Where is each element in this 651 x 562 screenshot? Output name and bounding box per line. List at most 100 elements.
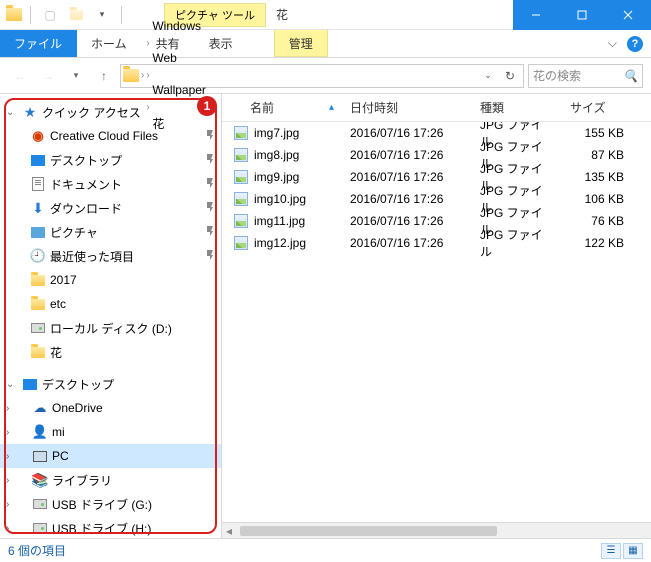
- close-button[interactable]: [605, 0, 651, 30]
- file-date: 2016/07/16 17:26: [342, 192, 472, 206]
- tree-item-label: 最近使った項目: [50, 248, 201, 265]
- creative-cloud-icon: ◉: [30, 128, 46, 144]
- file-name: img11.jpg: [254, 214, 305, 228]
- tree-item[interactable]: › PC: [0, 444, 221, 468]
- tree-item-label: ドキュメント: [50, 176, 201, 193]
- refresh-button[interactable]: ↻: [499, 65, 521, 87]
- image-file-icon: [234, 192, 248, 206]
- app-folder-icon: [6, 7, 22, 23]
- tab-home[interactable]: ホーム: [77, 30, 142, 57]
- tree-item[interactable]: › USB ドライブ (G:): [0, 492, 221, 516]
- document-icon: [30, 176, 46, 192]
- breadcrumb-separator-icon: ›: [146, 70, 149, 81]
- tree-item[interactable]: ›👤mi: [0, 420, 221, 444]
- search-input[interactable]: 花の検索 🔍: [528, 64, 643, 88]
- column-type[interactable]: 種類: [472, 99, 562, 116]
- expand-icon[interactable]: ›: [6, 475, 18, 486]
- column-date[interactable]: 日付時刻: [342, 99, 472, 116]
- file-name: img10.jpg: [254, 192, 306, 206]
- tree-item[interactable]: 🕘最近使った項目: [0, 244, 221, 268]
- tree-item-label: PC: [52, 449, 221, 463]
- tree-item-label: 花: [50, 344, 221, 361]
- scroll-left-icon[interactable]: ◂: [222, 524, 236, 538]
- ribbon: ファイル ホーム 共有 表示 管理 ⌵ ?: [0, 30, 651, 58]
- expand-icon[interactable]: ›: [6, 403, 18, 414]
- tree-item[interactable]: 2017: [0, 268, 221, 292]
- column-name[interactable]: 名前▴: [222, 99, 342, 116]
- expand-icon[interactable]: ›: [6, 523, 18, 534]
- breadcrumb-segment[interactable]: Windows: [146, 17, 212, 35]
- search-icon: 🔍: [623, 69, 638, 83]
- back-button[interactable]: ←: [8, 64, 32, 88]
- file-row[interactable]: img9.jpg2016/07/16 17:26JPG ファイル135 KB: [222, 166, 651, 188]
- expand-icon[interactable]: ›: [6, 427, 18, 438]
- breadcrumb-segment[interactable]: Web: [146, 49, 212, 67]
- file-rows[interactable]: img7.jpg2016/07/16 17:26JPG ファイル155 KBim…: [222, 122, 651, 522]
- tree-item-label: OneDrive: [52, 401, 221, 415]
- file-size: 135 KB: [562, 170, 632, 184]
- ribbon-expand-icon[interactable]: ⌵: [608, 36, 617, 51]
- star-icon: ★: [22, 104, 38, 120]
- tree-item[interactable]: ›☁OneDrive: [0, 396, 221, 420]
- tree-item-label: ダウンロード: [50, 200, 201, 217]
- file-row[interactable]: img10.jpg2016/07/16 17:26JPG ファイル106 KB: [222, 188, 651, 210]
- file-name: img12.jpg: [254, 236, 306, 250]
- desktop-icon: [22, 376, 38, 392]
- tab-file[interactable]: ファイル: [0, 30, 77, 57]
- tree-item[interactable]: ローカル ディスク (D:): [0, 316, 221, 340]
- tree-item-label: デスクトップ: [50, 152, 201, 169]
- tab-manage[interactable]: 管理: [274, 30, 328, 57]
- view-icons-button[interactable]: ▦: [623, 543, 643, 559]
- statusbar: 6 個の項目 ☰ ▦: [0, 538, 651, 562]
- minimize-button[interactable]: [513, 0, 559, 30]
- tree-item[interactable]: 花: [0, 340, 221, 364]
- view-details-button[interactable]: ☰: [601, 543, 621, 559]
- tree-item[interactable]: etc: [0, 292, 221, 316]
- recent-locations-icon[interactable]: ▾: [64, 64, 88, 88]
- expand-icon[interactable]: ›: [6, 451, 18, 462]
- forward-button[interactable]: →: [36, 64, 60, 88]
- tree-item[interactable]: ◉ Creative Cloud Files: [0, 124, 221, 148]
- pin-icon: [205, 178, 221, 191]
- file-name: img9.jpg: [254, 170, 299, 184]
- column-size[interactable]: サイズ: [562, 99, 632, 116]
- breadcrumb-separator-icon: ›: [146, 38, 149, 49]
- file-size: 106 KB: [562, 192, 632, 206]
- drive-icon: [30, 320, 46, 336]
- expand-icon[interactable]: ›: [6, 499, 18, 510]
- tree-item[interactable]: ピクチャ: [0, 220, 221, 244]
- file-name: img7.jpg: [254, 126, 299, 140]
- file-date: 2016/07/16 17:26: [342, 236, 472, 250]
- file-row[interactable]: img12.jpg2016/07/16 17:26JPG ファイル122 KB: [222, 232, 651, 254]
- navbar: ← → ▾ ↑ › Windows›Web›Wallpaper›花 ⌄ ↻ 花の…: [0, 58, 651, 94]
- tree-item-label: USB ドライブ (G:): [52, 496, 221, 513]
- recent-icon: 🕘: [30, 248, 46, 264]
- tree-item-label: USB ドライブ (H:): [52, 520, 221, 537]
- tree-item[interactable]: ⬇ダウンロード: [0, 196, 221, 220]
- file-row[interactable]: img7.jpg2016/07/16 17:26JPG ファイル155 KB: [222, 122, 651, 144]
- tree-item[interactable]: › USB ドライブ (H:): [0, 516, 221, 538]
- navigation-pane[interactable]: 1 ⌄ ★ クイック アクセス ◉Creative Cloud Filesデスク…: [0, 94, 222, 538]
- tree-quick-access[interactable]: ⌄ ★ クイック アクセス: [0, 100, 221, 124]
- tree-item[interactable]: デスクトップ: [0, 148, 221, 172]
- up-button[interactable]: ↑: [92, 64, 116, 88]
- pin-icon: [205, 226, 221, 239]
- address-dropdown-icon[interactable]: ⌄: [477, 65, 499, 87]
- file-row[interactable]: img8.jpg2016/07/16 17:26JPG ファイル87 KB: [222, 144, 651, 166]
- column-headers[interactable]: 名前▴ 日付時刻 種類 サイズ: [222, 94, 651, 122]
- tree-item[interactable]: ドキュメント: [0, 172, 221, 196]
- tree-item-label: Creative Cloud Files: [50, 129, 201, 143]
- maximize-button[interactable]: [559, 0, 605, 30]
- window-title: 花: [266, 6, 288, 23]
- tree-desktop[interactable]: ⌄ デスクトップ: [0, 372, 221, 396]
- qat-properties-icon[interactable]: ▢: [39, 4, 61, 26]
- image-file-icon: [234, 148, 248, 162]
- qat-newfolder-icon[interactable]: [65, 4, 87, 26]
- horizontal-scrollbar[interactable]: ◂: [222, 522, 651, 538]
- file-row[interactable]: img11.jpg2016/07/16 17:26JPG ファイル76 KB: [222, 210, 651, 232]
- pc-icon: [32, 448, 48, 464]
- address-bar[interactable]: › Windows›Web›Wallpaper›花 ⌄ ↻: [120, 64, 524, 88]
- tree-item[interactable]: ›📚ライブラリ: [0, 468, 221, 492]
- qat-dropdown-icon[interactable]: ▾: [91, 4, 113, 26]
- help-icon[interactable]: ?: [627, 36, 643, 52]
